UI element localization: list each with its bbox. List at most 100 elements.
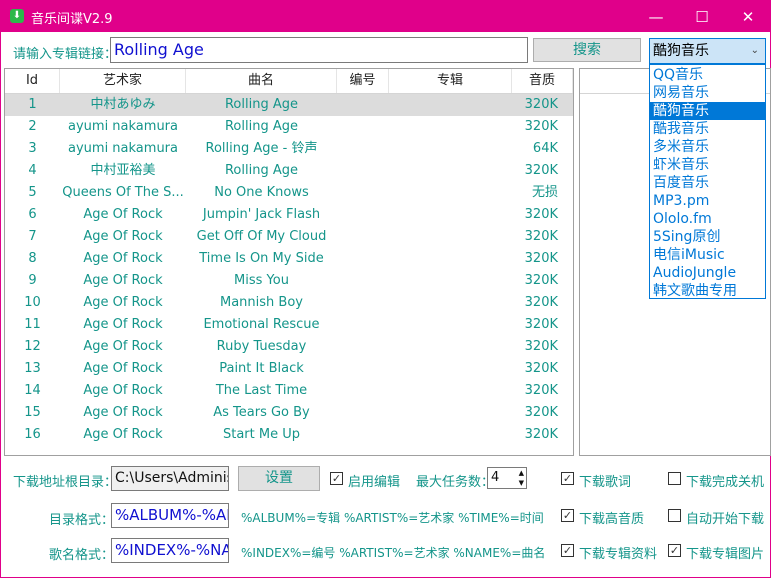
table-cell (337, 336, 389, 358)
table-row[interactable]: 9 Age Of Rock Miss You 320K (5, 270, 573, 292)
stepper-arrows-icon[interactable]: ▲ ▼ (519, 468, 524, 488)
table-row[interactable]: 12 Age Of Rock Ruby Tuesday 320K (5, 336, 573, 358)
max-tasks-stepper[interactable]: 4 ▲ ▼ (487, 467, 527, 489)
source-option[interactable]: AudioJungle (650, 264, 765, 282)
column-header[interactable]: 专辑 (389, 69, 512, 93)
table-cell (389, 138, 512, 160)
column-header[interactable]: 艺术家 (60, 69, 186, 93)
table-cell: 14 (24, 383, 41, 398)
table-row[interactable]: 4 中村亚裕美 Rolling Age 320K (5, 160, 573, 182)
folder-format-hint: %ALBUM%=专辑 %ARTIST%=艺术家 %TIME%=时间 (241, 511, 544, 525)
table-cell (337, 182, 389, 204)
column-header[interactable]: Id (5, 69, 60, 93)
source-option[interactable]: 韩文歌曲专用 (650, 282, 765, 300)
source-dropdown-list: QQ音乐 网易音乐 酷狗音乐 酷我音乐 多米音乐 虾米音乐 百度音乐 MP3.pm Ololo.… (649, 64, 766, 299)
option-checkbox[interactable] (668, 472, 681, 485)
source-option[interactable]: 酷我音乐 (650, 120, 765, 138)
table-cell (337, 314, 389, 336)
column-header[interactable]: 曲名 (186, 69, 337, 93)
download-dir-label: 下载地址根目录： (13, 475, 118, 490)
table-cell: Age Of Rock (83, 427, 163, 442)
table-row[interactable]: 8 Age Of Rock Time Is On My Side 320K (5, 248, 573, 270)
option-label: 下载歌词 (579, 475, 632, 490)
max-tasks-label: 最大任务数： (416, 475, 495, 490)
table-cell: Age Of Rock (83, 207, 163, 222)
table-cell (389, 182, 512, 204)
maximize-button[interactable]: ☐ (679, 5, 725, 29)
source-option[interactable]: Ololo.fm (650, 210, 765, 228)
option-checkbox[interactable]: ✓ (561, 509, 574, 522)
table-cell: The Last Time (215, 383, 308, 398)
table-cell (389, 314, 512, 336)
column-header[interactable]: 音质 (512, 69, 573, 93)
chevron-down-icon: ⌄ (750, 45, 759, 56)
table-cell: Jumpin' Jack Flash (202, 207, 321, 222)
album-link-input[interactable]: Rolling Age (110, 37, 528, 63)
table-row[interactable]: 1 中村あゆみ Rolling Age 320K (5, 94, 573, 116)
option-label: 自动开始下载 (686, 512, 765, 527)
table-cell: Paint It Black (219, 361, 304, 376)
name-format-input[interactable]: %INDEX%-%NAME% (111, 538, 229, 563)
table-cell (389, 402, 512, 424)
table-row[interactable]: 13 Age Of Rock Paint It Black 320K (5, 358, 573, 380)
table-cell (389, 380, 512, 402)
table-cell: 320K (524, 317, 558, 332)
source-option[interactable]: 5Sing原创 (650, 228, 765, 246)
table-cell (337, 248, 389, 270)
source-option[interactable]: 虾米音乐 (650, 156, 765, 174)
table-cell: 9 (28, 273, 37, 288)
option-checkbox[interactable] (668, 509, 681, 522)
column-header[interactable]: 编号 (337, 69, 389, 93)
option-label: 下载完成关机 (686, 475, 765, 490)
option-checkbox[interactable]: ✓ (561, 544, 574, 557)
table-row[interactable]: 14 Age Of Rock The Last Time 320K (5, 380, 573, 402)
source-option[interactable]: 多米音乐 (650, 138, 765, 156)
table-row[interactable]: 7 Age Of Rock Get Off Of My Cloud 320K (5, 226, 573, 248)
table-cell: 320K (524, 229, 558, 244)
download-dir-input[interactable]: C:\Users\Adminis (111, 466, 229, 491)
table-cell (389, 358, 512, 380)
table-row[interactable]: 6 Age Of Rock Jumpin' Jack Flash 320K (5, 204, 573, 226)
search-button[interactable]: 搜索 (533, 38, 641, 62)
table-row[interactable]: 2 ayumi nakamura Rolling Age 320K (5, 116, 573, 138)
option-label: 下载高音质 (579, 512, 645, 527)
table-cell: Age Of Rock (83, 251, 163, 266)
table-cell: Start Me Up (222, 427, 300, 442)
table-row[interactable]: 16 Age Of Rock Start Me Up 320K (5, 424, 573, 446)
table-row[interactable]: 15 Age Of Rock As Tears Go By 320K (5, 402, 573, 424)
minimize-button[interactable]: — (633, 5, 679, 29)
folder-format-input[interactable]: %ALBUM%-%ARTIST% (111, 503, 229, 528)
source-option[interactable]: QQ音乐 (650, 66, 765, 84)
table-cell: ayumi nakamura (68, 119, 178, 134)
source-option[interactable]: 百度音乐 (650, 174, 765, 192)
table-cell: Age Of Rock (83, 317, 163, 332)
table-cell: Emotional Rescue (203, 317, 320, 332)
source-option[interactable]: 酷狗音乐 (650, 102, 765, 120)
table-row[interactable]: 5 Queens Of The S... No One Knows 无损 (5, 182, 573, 204)
option-checkbox[interactable]: ✓ (668, 544, 681, 557)
table-cell: 中村亚裕美 (90, 163, 156, 178)
table-cell (337, 116, 389, 138)
set-dir-button[interactable]: 设置 (238, 466, 320, 491)
table-row[interactable]: 11 Age Of Rock Emotional Rescue 320K (5, 314, 573, 336)
table-cell (337, 358, 389, 380)
option-checkbox[interactable]: ✓ (561, 472, 574, 485)
table-cell: 无损 (531, 185, 558, 200)
table-cell: Age Of Rock (83, 229, 163, 244)
close-button[interactable]: ✕ (725, 5, 771, 29)
table-cell: 5 (28, 185, 37, 200)
table-cell (389, 336, 512, 358)
table-cell: 8 (28, 251, 37, 266)
source-select[interactable]: 酷狗音乐 ⌄ (649, 38, 766, 64)
source-option[interactable]: 网易音乐 (650, 84, 765, 102)
table-cell (389, 204, 512, 226)
source-option[interactable]: MP3.pm (650, 192, 765, 210)
table-cell (389, 94, 512, 116)
table-row[interactable]: 10 Age Of Rock Mannish Boy 320K (5, 292, 573, 314)
table-row[interactable]: 3 ayumi nakamura Rolling Age - 铃声 64K (5, 138, 573, 160)
table-cell: Age Of Rock (83, 383, 163, 398)
source-option[interactable]: 电信iMusic (650, 246, 765, 264)
table-cell: 320K (524, 251, 558, 266)
table-cell: 中村あゆみ (90, 97, 156, 112)
enable-edit-checkbox[interactable]: ✓ (330, 472, 343, 485)
